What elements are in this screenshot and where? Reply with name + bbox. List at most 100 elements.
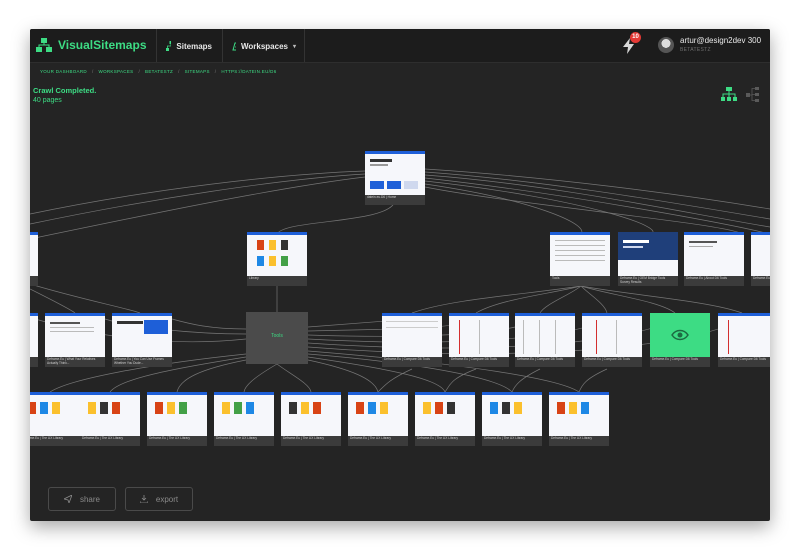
sitemap-node-compare-1[interactable]: Deframe.Eu | Compare D6 Tools bbox=[382, 313, 442, 369]
node-label bbox=[30, 357, 38, 367]
node-label: Deframe.Eu | OEM Bridge Tools Survey Res… bbox=[618, 276, 678, 286]
crawl-status: Crawl Completed. bbox=[33, 86, 97, 95]
node-label: Deframe.Eu | You Can Use Frames Whether … bbox=[112, 357, 172, 367]
node-label: Deframe.Eu | The UX Library bbox=[30, 436, 80, 446]
sitemap-node-compare-6[interactable]: Deframe.Eu | Compare D6 Tools bbox=[718, 313, 770, 369]
nav-divider bbox=[304, 29, 305, 62]
nav-workspaces[interactable]: Workspaces ▾ bbox=[224, 35, 304, 57]
nav-sitemaps[interactable]: Sitemaps bbox=[158, 35, 220, 57]
sitemap-node-tools[interactable]: Tools bbox=[550, 232, 610, 286]
sitemap-canvas[interactable]: datein.eu.D6 | Home Library Tools Tools … bbox=[30, 29, 770, 521]
node-label: Deframe.Eu | Compare D6 Tools bbox=[449, 357, 509, 367]
sitemap-node-library-6[interactable]: Deframe.Eu | The UX Library bbox=[348, 392, 408, 446]
user-email[interactable]: artur@design2dev 300 bbox=[680, 36, 761, 45]
page-count: 40 pages bbox=[33, 97, 62, 104]
sitemap-node-library-7[interactable]: Deframe.Eu | The UX Library bbox=[415, 392, 475, 446]
page-thumbnail bbox=[550, 232, 610, 276]
node-label: Tools bbox=[271, 333, 283, 339]
page-thumbnail bbox=[80, 392, 140, 436]
sitemap-node-library-8[interactable]: Deframe.Eu | The UX Library bbox=[482, 392, 542, 446]
nav-sitemaps-label: Sitemaps bbox=[176, 41, 212, 51]
app-window: datein.eu.D6 | Home Library Tools Tools … bbox=[30, 29, 770, 521]
sitemap-icon bbox=[166, 41, 172, 51]
send-icon bbox=[63, 495, 72, 503]
page-thumbnail bbox=[482, 392, 542, 436]
node-label: Deframe.Eu | The UX Library bbox=[549, 436, 609, 446]
sitemap-node-about[interactable]: Deframe.Eu | About D6 Tools bbox=[684, 232, 744, 286]
node-label: Library bbox=[247, 276, 307, 286]
sitemap-node-compare-4[interactable]: Deframe.Eu | Compare D6 Tools bbox=[582, 313, 642, 369]
sitemap-node-library-4[interactable]: Deframe.Eu | The UX Library bbox=[214, 392, 274, 446]
share-button[interactable]: share bbox=[48, 487, 116, 511]
sitemap-node-survey-results[interactable]: Deframe.Eu | OEM Bridge Tools Survey Res… bbox=[618, 232, 678, 286]
page-thumbnail bbox=[618, 232, 678, 276]
sitemap-node-left-partial[interactable] bbox=[30, 232, 38, 286]
sitemap-node-library-1[interactable]: Deframe.Eu | The UX Library bbox=[30, 392, 80, 446]
nav-workspaces-label: Workspaces bbox=[240, 41, 288, 51]
sitemap-node-library[interactable]: Library bbox=[247, 232, 307, 286]
node-label: Deframe.Eu | The UX Library bbox=[348, 436, 408, 446]
nav-divider bbox=[156, 29, 157, 62]
page-thumbnail bbox=[549, 392, 609, 436]
sitemap-node-root[interactable]: datein.eu.D6 | Home bbox=[365, 151, 425, 205]
node-label bbox=[30, 276, 38, 286]
sitemap-node-library-2[interactable]: Deframe.Eu | The UX Library bbox=[80, 392, 140, 446]
sitemap-node-library-9[interactable]: Deframe.Eu | The UX Library bbox=[549, 392, 609, 446]
breadcrumb: YOUR DASHBOARD / WORKSPACES / BETATESTZ … bbox=[40, 69, 277, 74]
page-thumbnail bbox=[247, 232, 307, 276]
chevron-down-icon: ▾ bbox=[292, 43, 296, 50]
sitemap-node-hub[interactable]: Tools bbox=[246, 312, 308, 364]
breadcrumb-separator: / bbox=[138, 69, 141, 74]
app-logo[interactable]: VisualSitemaps bbox=[36, 37, 147, 53]
node-label: Deframe.Eu | Compare D6 Tools bbox=[582, 357, 642, 367]
top-bar: VisualSitemaps Sitemaps Workspaces ▾ 10 … bbox=[30, 29, 770, 63]
share-label: share bbox=[79, 494, 100, 504]
page-thumbnail bbox=[382, 313, 442, 357]
export-button[interactable]: export bbox=[125, 487, 193, 511]
breadcrumb-workspace[interactable]: BETATESTZ bbox=[145, 69, 173, 74]
sitemap-node-compare-3[interactable]: Deframe.Eu | Compare D6 Tools bbox=[515, 313, 575, 369]
breadcrumb-sitemaps[interactable]: SITEMAPS bbox=[185, 69, 210, 74]
sitemap-node-compare-5-selected[interactable]: Deframe.Eu | Compare D6 Tools bbox=[650, 313, 710, 369]
breadcrumb-separator: / bbox=[214, 69, 217, 74]
breadcrumb-workspaces[interactable]: WORKSPACES bbox=[99, 69, 134, 74]
sitemap-node-survey[interactable]: Deframe.Eu | Survey bbox=[751, 232, 770, 286]
sitemap-node-library-5[interactable]: Deframe.Eu | The UX Library bbox=[281, 392, 341, 446]
node-label: Deframe.Eu | Compare D6 Tools bbox=[382, 357, 442, 367]
page-thumbnail bbox=[147, 392, 207, 436]
sitemap-node-compare-2[interactable]: Deframe.Eu | Compare D6 Tools bbox=[449, 313, 509, 369]
page-thumbnail bbox=[751, 232, 770, 276]
download-icon bbox=[139, 495, 148, 503]
sitemap-node-left-mid-partial[interactable] bbox=[30, 313, 38, 369]
workspaces-icon bbox=[232, 42, 236, 51]
node-label: Deframe.Eu | The UX Library bbox=[80, 436, 140, 446]
nav-divider bbox=[222, 29, 223, 62]
page-thumbnail bbox=[684, 232, 744, 276]
sitemap-node-relatives[interactable]: Deframe.Eu | What Your Relatives Actuall… bbox=[45, 313, 105, 369]
eye-icon[interactable] bbox=[650, 313, 710, 357]
breadcrumb-url: HTTPS://DATEIN.EU/D6 bbox=[221, 69, 277, 74]
node-label: Deframe.Eu | The UX Library bbox=[415, 436, 475, 446]
avatar[interactable] bbox=[658, 37, 674, 53]
page-thumbnail bbox=[214, 392, 274, 436]
sitemap-node-library-3[interactable]: Deframe.Eu | The UX Library bbox=[147, 392, 207, 446]
horizontal-tree-view-icon[interactable] bbox=[746, 87, 760, 103]
page-thumbnail bbox=[30, 313, 38, 357]
tree-view-icon[interactable] bbox=[721, 87, 737, 101]
sitemap-logo-icon bbox=[36, 38, 52, 52]
page-thumbnail bbox=[515, 313, 575, 357]
page-thumbnail bbox=[415, 392, 475, 436]
breadcrumb-dashboard[interactable]: YOUR DASHBOARD bbox=[40, 69, 87, 74]
node-label: Deframe.Eu | The UX Library bbox=[482, 436, 542, 446]
page-thumbnail bbox=[650, 313, 710, 357]
node-label: Deframe.Eu | Compare D6 Tools bbox=[650, 357, 710, 367]
notification-badge: 10 bbox=[630, 32, 641, 43]
page-thumbnail bbox=[365, 151, 425, 195]
node-label: Deframe.Eu | The UX Library bbox=[281, 436, 341, 446]
breadcrumb-separator: / bbox=[178, 69, 180, 74]
sitemap-node-frames[interactable]: Deframe.Eu | You Can Use Frames Whether … bbox=[112, 313, 172, 369]
node-label: Deframe.Eu | What Your Relatives Actuall… bbox=[45, 357, 105, 367]
app-name: VisualSitemaps bbox=[58, 38, 147, 52]
page-thumbnail bbox=[449, 313, 509, 357]
page-thumbnail bbox=[582, 313, 642, 357]
